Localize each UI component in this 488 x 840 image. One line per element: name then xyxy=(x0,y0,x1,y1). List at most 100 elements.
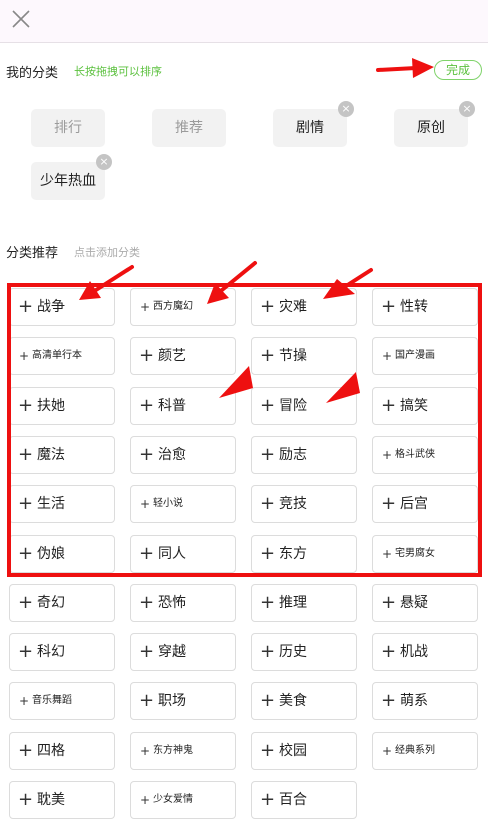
tile-label: 少女爱情 xyxy=(153,794,193,805)
add-category-tile[interactable]: + 励志 xyxy=(251,436,357,474)
plus-icon: + xyxy=(381,395,397,416)
plus-icon: + xyxy=(18,444,34,465)
add-category-tile[interactable]: + 萌系 xyxy=(372,682,478,720)
tile-label: 国产漫画 xyxy=(395,350,435,361)
annotation-arrowhead xyxy=(412,58,434,78)
tile-label: 推理 xyxy=(279,595,307,611)
annotation-arrow xyxy=(376,66,418,72)
add-category-tile[interactable]: + 音乐舞蹈 xyxy=(9,682,115,720)
plus-icon: + xyxy=(260,395,276,416)
category-chip-label: 剧情 xyxy=(296,120,324,136)
add-category-tile[interactable]: + 治愈 xyxy=(130,436,236,474)
tile-label: 科普 xyxy=(158,398,186,414)
add-category-tile[interactable]: + 耽美 xyxy=(9,781,115,819)
plus-icon: + xyxy=(18,592,34,613)
add-category-tile[interactable]: + 格斗武侠 xyxy=(372,436,478,474)
category-chip[interactable]: 推荐 xyxy=(152,109,226,147)
add-category-tile[interactable]: + 科普 xyxy=(130,387,236,425)
annotation-arrow xyxy=(94,265,134,292)
recommended-title: 分类推荐 xyxy=(6,246,59,261)
add-category-tile[interactable]: + 美食 xyxy=(251,682,357,720)
add-category-tile[interactable]: + 节操 xyxy=(251,337,357,375)
plus-icon: + xyxy=(381,690,397,711)
tile-label: 战争 xyxy=(37,299,65,315)
remove-icon[interactable]: × xyxy=(96,154,112,170)
plus-icon: + xyxy=(139,690,155,711)
add-category-tile[interactable]: + 竞技 xyxy=(251,485,357,523)
plus-icon: + xyxy=(18,641,34,662)
add-category-tile[interactable]: + 百合 xyxy=(251,781,357,819)
tile-label: 宅男腐女 xyxy=(395,548,435,559)
category-chip[interactable]: 剧情 × xyxy=(273,101,354,147)
add-category-tile[interactable]: + 穿越 xyxy=(130,633,236,671)
tile-label: 东方 xyxy=(279,546,307,562)
plus-icon: + xyxy=(139,444,155,465)
plus-icon: + xyxy=(381,592,397,613)
add-category-tile[interactable]: + 伪娘 xyxy=(9,535,115,573)
my-categories-hint: 长按拖拽可以排序 xyxy=(74,65,162,78)
tile-label: 东方神鬼 xyxy=(153,745,193,756)
add-category-tile[interactable]: + 灾难 xyxy=(251,288,357,326)
category-chip[interactable]: 少年热血 × xyxy=(31,154,112,200)
close-x-icon[interactable] xyxy=(9,7,33,31)
plus-icon: + xyxy=(381,641,397,662)
tile-label: 后宫 xyxy=(400,496,428,512)
add-category-tile[interactable]: + 高清单行本 xyxy=(9,337,115,375)
remove-icon[interactable]: × xyxy=(338,101,354,117)
plus-icon: + xyxy=(260,592,276,613)
add-category-tile[interactable]: + 后宫 xyxy=(372,485,478,523)
plus-icon: + xyxy=(19,694,30,708)
category-chip-label: 排行 xyxy=(54,120,82,136)
category-chip[interactable]: 排行 xyxy=(31,109,105,147)
add-category-tile[interactable]: + 推理 xyxy=(251,584,357,622)
add-category-tile[interactable]: + 国产漫画 xyxy=(372,337,478,375)
tile-label: 音乐舞蹈 xyxy=(32,695,72,706)
add-category-tile[interactable]: + 东方 xyxy=(251,535,357,573)
add-category-tile[interactable]: + 性转 xyxy=(372,288,478,326)
plus-icon: + xyxy=(382,547,393,561)
category-chip[interactable]: 原创 × xyxy=(394,101,475,147)
tile-label: 励志 xyxy=(279,447,307,463)
add-category-tile[interactable]: + 西方魔幻 xyxy=(130,288,236,326)
add-category-tile[interactable]: + 悬疑 xyxy=(372,584,478,622)
category-chip-label: 推荐 xyxy=(175,120,203,136)
add-category-tile[interactable]: + 科幻 xyxy=(9,633,115,671)
add-category-tile[interactable]: + 生活 xyxy=(9,485,115,523)
tile-label: 节操 xyxy=(279,348,307,364)
annotation-arrow xyxy=(220,261,257,292)
plus-icon: + xyxy=(18,789,34,810)
plus-icon: + xyxy=(140,300,151,314)
add-category-tile[interactable]: + 职场 xyxy=(130,682,236,720)
add-category-tile[interactable]: + 奇幻 xyxy=(9,584,115,622)
add-category-tile[interactable]: + 恐怖 xyxy=(130,584,236,622)
add-category-tile[interactable]: + 宅男腐女 xyxy=(372,535,478,573)
add-category-tile[interactable]: + 校园 xyxy=(251,732,357,770)
add-category-tile[interactable]: + 机战 xyxy=(372,633,478,671)
add-category-tile[interactable]: + 经典系列 xyxy=(372,732,478,770)
add-category-tile[interactable]: + 魔法 xyxy=(9,436,115,474)
plus-icon: + xyxy=(139,543,155,564)
done-button[interactable]: 完成 xyxy=(434,60,482,80)
add-category-tile[interactable]: + 历史 xyxy=(251,633,357,671)
add-category-tile[interactable]: + 轻小说 xyxy=(130,485,236,523)
tile-label: 扶她 xyxy=(37,398,65,414)
add-category-tile[interactable]: + 扶她 xyxy=(9,387,115,425)
plus-icon: + xyxy=(18,493,34,514)
add-category-tile[interactable]: + 战争 xyxy=(9,288,115,326)
add-category-tile[interactable]: + 东方神鬼 xyxy=(130,732,236,770)
tile-label: 校园 xyxy=(279,743,307,759)
remove-icon[interactable]: × xyxy=(459,101,475,117)
add-category-tile[interactable]: + 四格 xyxy=(9,732,115,770)
my-categories-title: 我的分类 xyxy=(6,66,59,81)
add-category-tile[interactable]: + 同人 xyxy=(130,535,236,573)
add-category-tile[interactable]: + 搞笑 xyxy=(372,387,478,425)
category-chip-label: 少年热血 xyxy=(40,173,96,189)
tile-label: 经典系列 xyxy=(395,745,435,756)
plus-icon: + xyxy=(260,345,276,366)
plus-icon: + xyxy=(382,349,393,363)
add-category-tile[interactable]: + 颜艺 xyxy=(130,337,236,375)
plus-icon: + xyxy=(140,793,151,807)
add-category-tile[interactable]: + 少女爱情 xyxy=(130,781,236,819)
add-category-tile[interactable]: + 冒险 xyxy=(251,387,357,425)
plus-icon: + xyxy=(382,448,393,462)
